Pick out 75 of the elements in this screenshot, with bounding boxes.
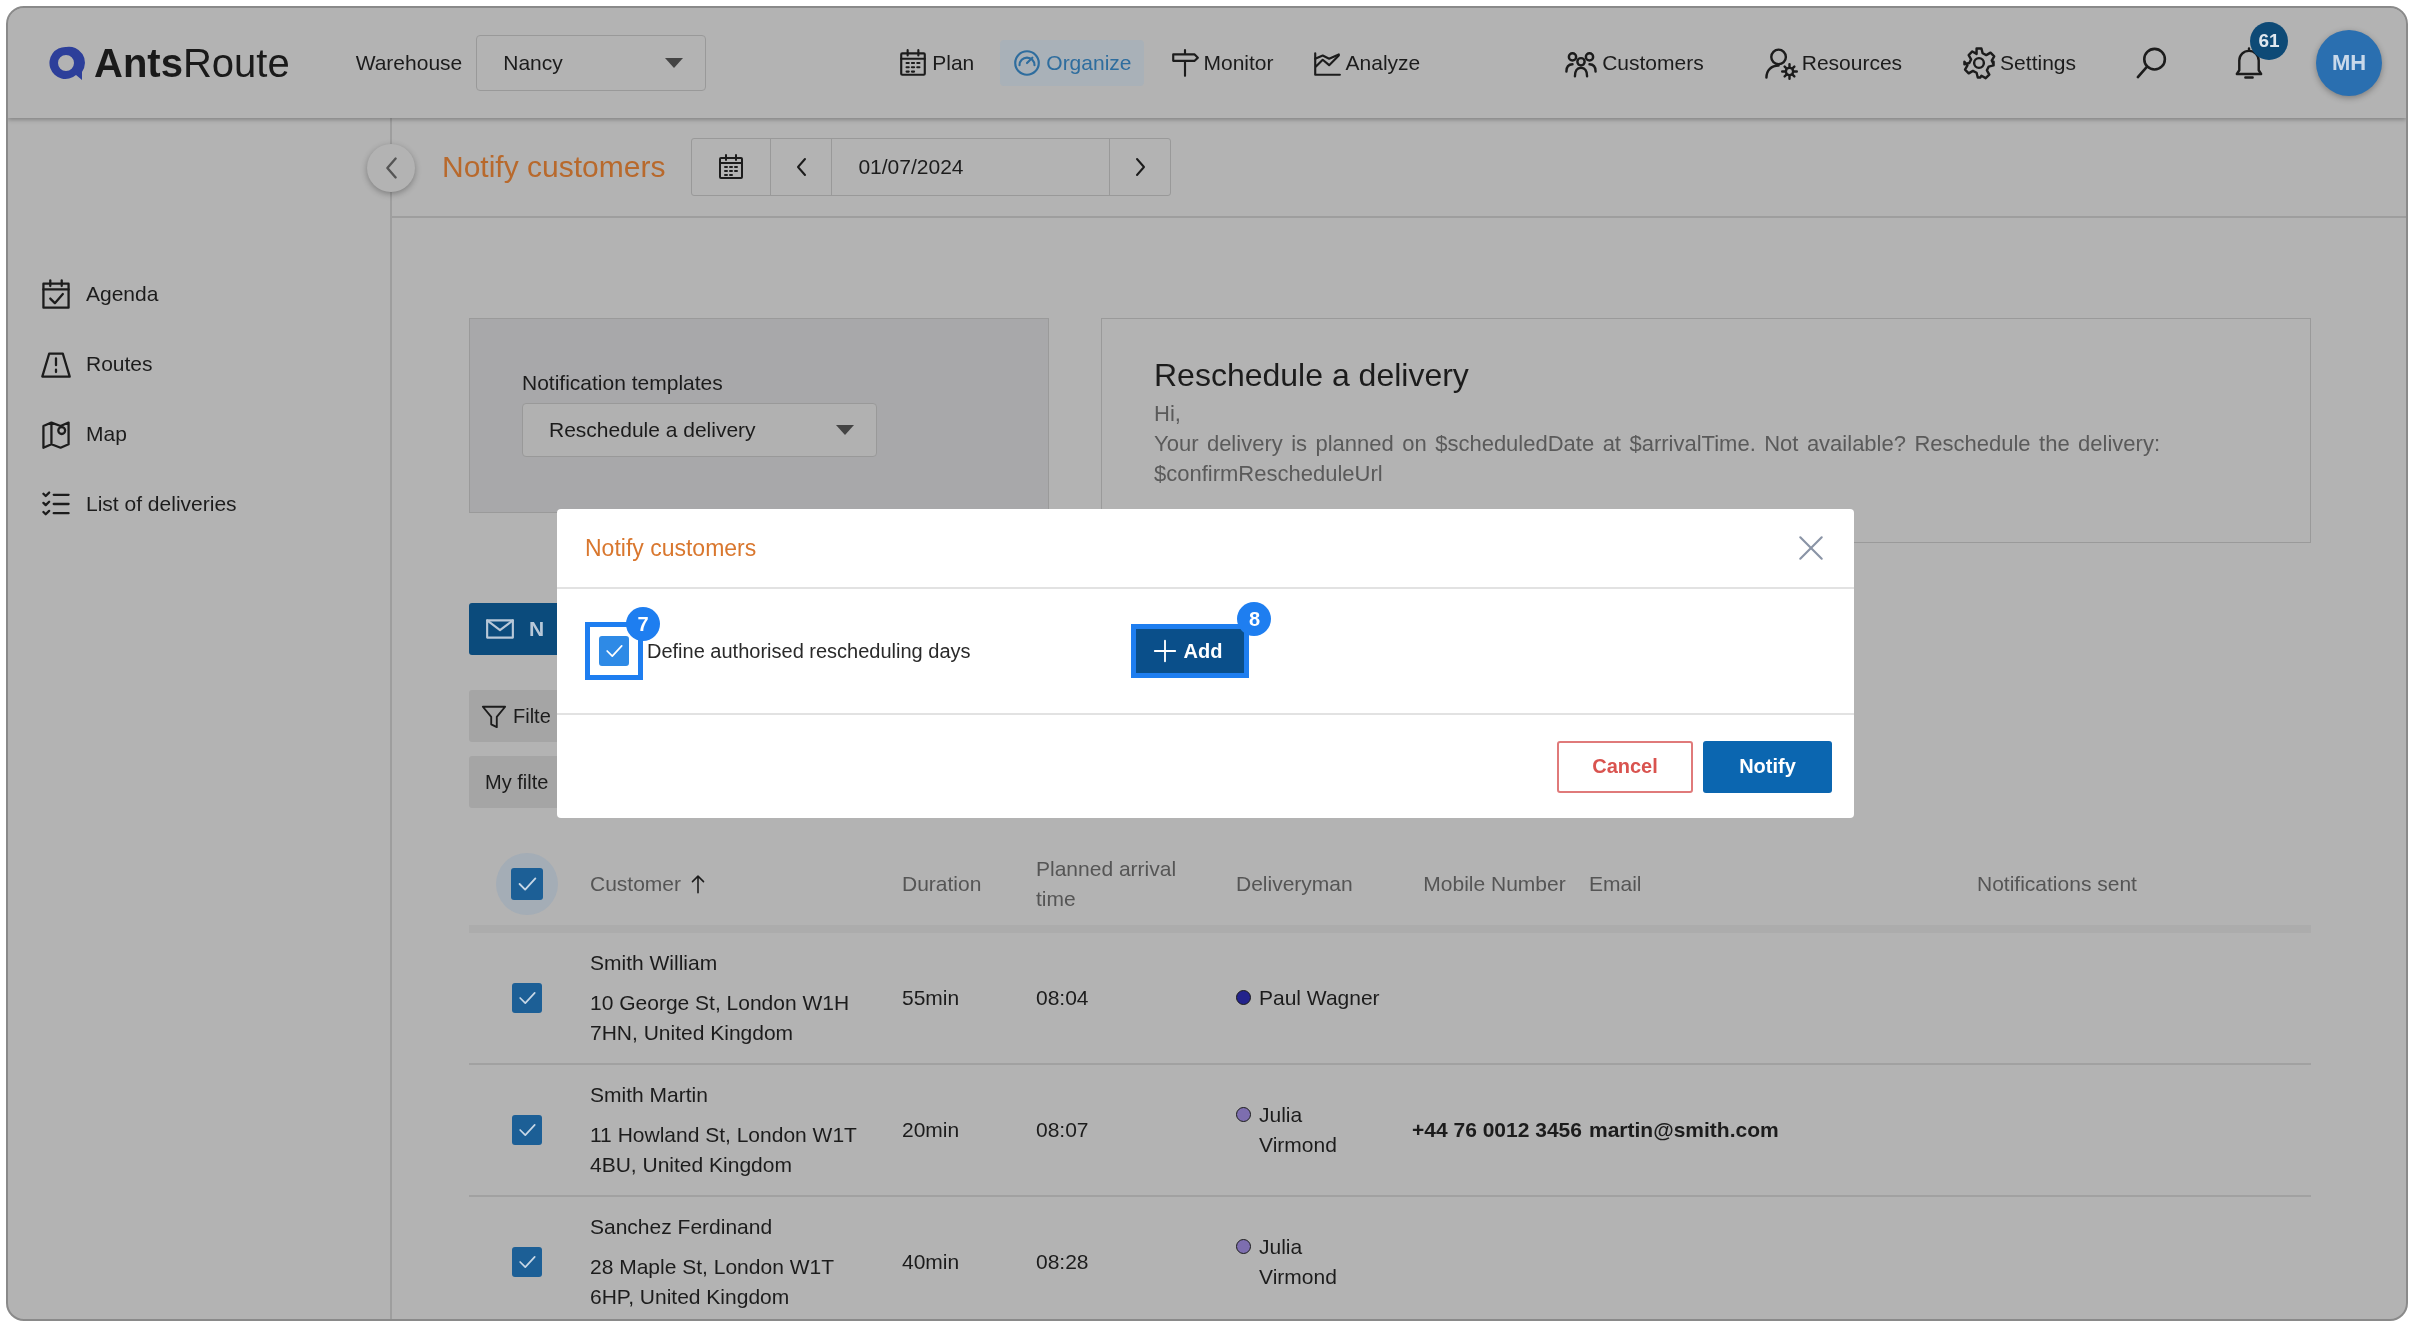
person-gear-icon [1763,46,1798,80]
greeting-text: Hi, [1154,400,1182,428]
add-button[interactable]: Add [1130,624,1250,678]
customer-name: Smith Martin [590,1082,709,1108]
warehouse-label: Warehouse [355,51,463,75]
nav-tab[interactable]: Plan [886,40,987,86]
nav-link[interactable]: Customers [1552,38,1716,88]
calendar-icon [717,153,746,181]
nav-tab[interactable]: Analyze [1299,40,1433,86]
settings-icon [1962,46,1997,80]
cancel-button[interactable]: Cancel [1557,740,1693,793]
arrival-time-cell: 08:04 [1036,986,1089,1009]
chevron-right-icon [1134,157,1146,177]
customer-name: Smith William [590,950,719,976]
field-label: Notification templates [522,371,724,395]
deliveryman-cell-text: Julia Virmond [1259,1102,1338,1158]
notification-badge: 61 [2250,22,2288,60]
column-header[interactable]: Email [1589,869,1642,899]
sidebar-item[interactable]: Agenda [40,278,390,310]
checkbox[interactable] [510,868,543,900]
chevron-left-icon [795,157,807,177]
duration-cell: 55min [902,986,960,1009]
close-button[interactable] [1796,533,1826,563]
customer-address: 11 Howland St, London W1T 4BU, United Kingdom [590,1122,858,1178]
warehouse-dropdown[interactable]: Nancy [476,35,707,91]
preview-title: Reschedule a delivery [1154,356,1470,395]
duration-cell: 40min [902,1250,960,1273]
email-cell: martin@smith.com [1589,1118,1779,1141]
checkbox[interactable] [511,1247,542,1277]
customer-address: 10 George St, London W1H 7HN, United Kingdom [590,990,851,1046]
chevron-left-icon [384,156,398,180]
step-badge: 7 [626,607,660,641]
nav-link[interactable]: Settings [1950,38,2088,88]
plus-icon [1151,638,1178,664]
close-icon [1796,533,1826,563]
column-header[interactable]: Planned arrival time [1036,854,1200,914]
signpost-icon [1169,48,1200,78]
customer-name: Sanchez Ferdinand [590,1214,774,1240]
filter-icon [481,703,507,729]
sidebar-item[interactable]: List of deliveries [40,488,390,520]
template-dropdown[interactable]: Reschedule a delivery [522,403,877,457]
map-pin-icon [40,418,72,450]
notify-button[interactable]: Notify [1703,740,1832,793]
page-title: Notify customers [442,150,666,184]
collapse-button[interactable] [367,144,415,192]
nav-link[interactable]: Resources [1751,38,1915,88]
caret-icon [665,58,684,68]
column-header[interactable]: Mobile Number [1423,869,1566,899]
duration-cell: 20min [902,1118,960,1141]
user-avatar[interactable]: MH [2316,30,2382,96]
checkbox[interactable] [511,1115,542,1145]
checkbox-label: Define authorised rescheduling days [647,639,971,663]
checkbox[interactable] [599,636,629,666]
column-header[interactable]: Deliveryman [1236,869,1353,899]
column-header[interactable]: Customer [590,869,710,899]
gauge-icon [1012,48,1043,78]
column-header[interactable]: Notifications sent [1977,869,2137,899]
sidebar-item[interactable]: Routes [40,348,390,380]
modal-title: Notify customers [585,534,757,562]
nav-tab[interactable]: Monitor [1157,40,1286,86]
customer-address: 28 Maple St, London W1T 6HP, United Kingdom [590,1254,835,1310]
step-badge: 8 [1237,602,1272,636]
arrival-time-cell: 08:07 [1036,1118,1089,1141]
message-text: Your delivery is planned on $scheduledDate at $arrivalTime. Not available? Reschedule the delivery: $confirmRescheduleUrl [1154,430,2160,488]
deliveryman-cell-text: Paul Wagner [1259,985,1380,1011]
sidebar-item[interactable]: Map [40,418,390,450]
mobile-cell: +44 76 0012 3456 [1412,1118,1582,1141]
calendar-icon [898,48,929,78]
arrival-time-cell: 08:28 [1036,1250,1089,1273]
caret-icon [836,425,854,435]
column-header[interactable]: Duration [902,869,982,899]
checkbox[interactable] [511,983,542,1013]
calendar-check-icon [40,278,72,310]
logo-text: AntsRoute [94,40,290,86]
deliveryman-cell-text: Julia Virmond [1259,1234,1338,1290]
